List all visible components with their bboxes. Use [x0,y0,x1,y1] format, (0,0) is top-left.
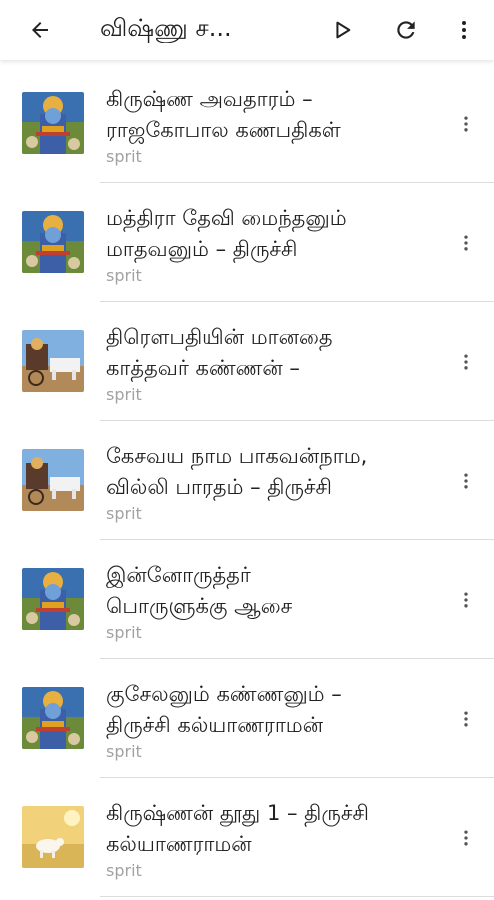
more-vert-icon [464,116,468,132]
overflow-menu-button[interactable] [446,12,482,48]
track-text: மத்திரா தேவி மைந்தனும் மாதவனும் – திருச்… [106,203,436,287]
track-title: திரெளபதியின் மானதை காத்தவர் கண்ணன் – [106,322,436,384]
track-row[interactable]: கேசவய நாம பாகவன்நாம, வில்லி பாரதம் – திர… [0,421,494,540]
refresh-icon [397,21,415,39]
track-title-line2: ராஜகோபால கணபதிகள் [106,118,341,142]
track-list: கிருஷ்ண அவதாரம் – ராஜகோபால கணபதிகள் spri… [0,64,494,897]
track-text: கேசவய நாம பாகவன்நாம, வில்லி பாரதம் – திர… [106,441,436,525]
track-thumbnail [22,449,84,511]
track-title: இன்னோருத்தர் பொருளுக்கு ஆசை [106,560,436,622]
app-bar: விஷ்ணு ச... [0,0,494,60]
row-divider [100,896,494,897]
more-vert-icon [464,592,468,608]
track-text: குசேலனும் கண்ணனும் – திருச்சி கல்யாணராமன… [106,679,436,763]
track-more-button[interactable] [454,707,478,731]
track-title: குசேலனும் கண்ணனும் – திருச்சி கல்யாணராமன… [106,679,436,741]
more-vert-icon [464,354,468,370]
track-thumbnail [22,687,84,749]
track-thumbnail [22,330,84,392]
track-text: திரெளபதியின் மானதை காத்தவர் கண்ணன் – spr… [106,322,436,406]
track-title-line2: மாதவனும் – திருச்சி [106,237,298,261]
more-vert-icon [464,711,468,727]
track-title-line1: திரெளபதியின் மானதை [106,325,333,349]
track-artist: sprit [106,623,142,642]
track-thumbnail [22,211,84,273]
track-thumbnail [22,92,84,154]
track-row[interactable]: திரெளபதியின் மானதை காத்தவர் கண்ணன் – spr… [0,302,494,421]
track-title-line2: திருச்சி கல்யாணராமன் [106,713,324,737]
track-more-button[interactable] [454,469,478,493]
track-artist: sprit [106,861,142,880]
track-text: இன்னோருத்தர் பொருளுக்கு ஆசை sprit [106,560,436,644]
track-artist: sprit [106,504,142,523]
back-button[interactable] [24,14,56,46]
track-title-line2: காத்தவர் கண்ணன் – [106,356,300,380]
track-artist: sprit [106,147,142,166]
track-artist: sprit [106,742,142,761]
track-title: கிருஷ்ண அவதாரம் – ராஜகோபால கணபதிகள் [106,84,436,146]
track-row[interactable]: இன்னோருத்தர் பொருளுக்கு ஆசை sprit [0,540,494,659]
track-row[interactable]: கிருஷ்ண அவதாரம் – ராஜகோபால கணபதிகள் spri… [0,64,494,183]
track-more-button[interactable] [454,231,478,255]
more-vert-icon [464,235,468,251]
play-icon [336,21,351,39]
track-text: கிருஷ்ண அவதாரம் – ராஜகோபால கணபதிகள் spri… [106,84,436,168]
track-title-line1: மத்திரா தேவி மைந்தனும் [106,206,347,230]
track-title-line1: கேசவய நாம பாகவன்நாம, [106,444,368,468]
play-button[interactable] [324,12,360,48]
track-title-line2: பொருளுக்கு ஆசை [106,594,293,618]
track-title: மத்திரா தேவி மைந்தனும் மாதவனும் – திருச்… [106,203,436,265]
track-title-line2: வில்லி பாரதம் – திருச்சி [106,475,333,499]
track-row[interactable]: கிருஷ்ணன் தூது 1 – திருச்சி கல்யாணராமன் … [0,778,494,897]
arrow-left-icon [32,22,48,38]
track-thumbnail [22,568,84,630]
more-vert-icon [462,21,466,39]
track-artist: sprit [106,385,142,404]
track-title-line1: இன்னோருத்தர் [106,563,251,587]
track-more-button[interactable] [454,826,478,850]
refresh-button[interactable] [388,12,424,48]
track-text: கிருஷ்ணன் தூது 1 – திருச்சி கல்யாணராமன் … [106,798,436,882]
track-title-line1: கிருஷ்ண அவதாரம் – [106,87,313,111]
track-title-line2: கல்யாணராமன் [106,832,252,856]
more-vert-icon [464,473,468,489]
track-more-button[interactable] [454,350,478,374]
track-thumbnail [22,806,84,868]
track-row[interactable]: குசேலனும் கண்ணனும் – திருச்சி கல்யாணராமன… [0,659,494,778]
track-title-line1: குசேலனும் கண்ணனும் – [106,682,342,706]
track-title: கேசவய நாம பாகவன்நாம, வில்லி பாரதம் – திர… [106,441,436,503]
track-more-button[interactable] [454,588,478,612]
track-artist: sprit [106,266,142,285]
page-title: விஷ்ணு ச... [100,14,232,42]
track-more-button[interactable] [454,112,478,136]
track-title: கிருஷ்ணன் தூது 1 – திருச்சி கல்யாணராமன் [106,798,436,860]
track-row[interactable]: மத்திரா தேவி மைந்தனும் மாதவனும் – திருச்… [0,183,494,302]
more-vert-icon [464,830,468,846]
track-title-line1: கிருஷ்ணன் தூது 1 – திருச்சி [106,801,369,825]
